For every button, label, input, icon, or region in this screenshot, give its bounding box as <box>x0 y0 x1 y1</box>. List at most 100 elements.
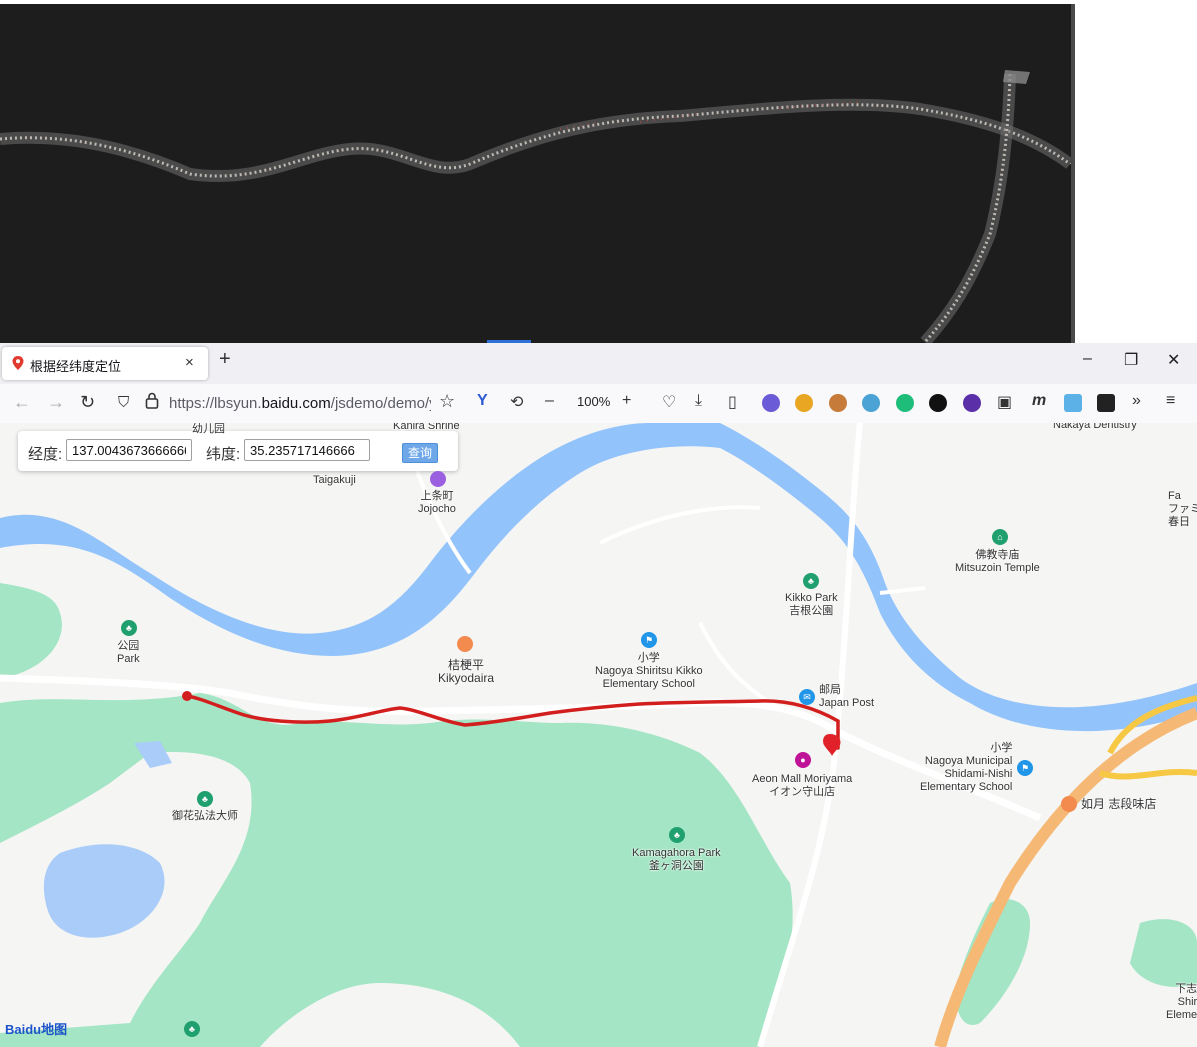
restore-button[interactable]: ❐ <box>1124 350 1138 370</box>
minimize-button[interactable]: – <box>1083 350 1092 368</box>
reader-view-icon[interactable]: ▯ <box>728 392 737 412</box>
poi-name-zh: 小学 <box>637 652 660 664</box>
poi-name-zh: 吉根公園 <box>789 605 834 617</box>
poi-cut-right: Fa ファミ 春日 <box>1168 490 1197 529</box>
forward-arrow-icon[interactable]: → <box>47 392 65 413</box>
extension-m-icon[interactable]: m <box>1032 392 1046 410</box>
poi-kisaragi: 如月 志段味店 <box>1081 797 1157 811</box>
park-tree-icon[interactable]: ♣ <box>197 791 213 807</box>
poi-kamagahora-park: Kamagahora Park 釜ヶ洞公園 <box>632 847 721 873</box>
poi-name-en-2: Shidami-Nishi <box>944 768 1013 780</box>
shield-icon[interactable]: ⛉ <box>118 394 129 411</box>
query-button[interactable]: 查询 <box>402 443 438 463</box>
extension-translate-icon[interactable] <box>963 394 981 412</box>
school-flag-icon[interactable]: ⚑ <box>641 632 657 648</box>
latitude-label: 纬度: <box>206 446 241 463</box>
back-arrow-icon[interactable]: ← <box>13 392 31 413</box>
longitude-input[interactable] <box>66 439 192 461</box>
new-tab-button[interactable]: + <box>219 348 231 371</box>
poi-name-zh: 邮局 <box>819 684 841 696</box>
poi-name-1: 下志 <box>1175 983 1197 995</box>
park-tree-icon[interactable]: ♣ <box>121 620 137 636</box>
poi-mitsuzoin: 佛教寺庙 Mitsuzoin Temple <box>955 549 1040 575</box>
latitude-input[interactable] <box>244 439 370 461</box>
poi-name-3: 春日 <box>1168 516 1190 528</box>
poi-name-zh: 小学 <box>990 742 1013 754</box>
longitude-label: 经度: <box>28 446 63 463</box>
poi-name-en-2: Elementary School <box>602 678 695 690</box>
close-window-button[interactable]: ✕ <box>1167 350 1180 370</box>
poi-kikko-park: Kikko Park 吉根公園 <box>785 592 838 618</box>
poi-name-en-3: Elementary School <box>920 781 1013 793</box>
reload-icon[interactable]: ↻ <box>80 392 95 413</box>
poi-name-en: Park <box>117 653 140 665</box>
restaurant-icon[interactable] <box>1061 796 1077 812</box>
url-bar[interactable]: ⛉ https://lbsyun.baidu.com/jsdemo/demo/y… <box>112 390 462 417</box>
poi-name-ja: 釜ヶ洞公園 <box>648 860 704 872</box>
url-path: /jsdemo/demo/yi <box>330 395 431 412</box>
trajectory-start-dot <box>182 691 192 701</box>
zoom-in-icon[interactable]: + <box>622 392 631 410</box>
extension-grammar-icon[interactable] <box>896 394 914 412</box>
baidu-map-logo[interactable]: Baidu地图 <box>5 1019 67 1038</box>
menu-icon[interactable]: ≡ <box>1166 392 1175 410</box>
poi-kanira-shrine: Kanira Shrine <box>393 423 460 432</box>
nav-toolbar: ← → ↻ ⛉ https://lbsyun.baidu.com/jsdemo/… <box>0 384 1197 424</box>
pocket-icon[interactable]: ♡ <box>662 392 676 412</box>
temple-icon[interactable]: ⌂ <box>992 529 1008 545</box>
tab-title: 根据经纬度定位 <box>30 359 122 374</box>
poi-name-zh: 上条町 <box>420 490 454 502</box>
extension-monkey-icon[interactable] <box>829 394 847 412</box>
school-flag-icon[interactable]: ⚑ <box>1017 760 1033 776</box>
park-tree-icon[interactable]: ♣ <box>669 827 685 843</box>
panel-divider <box>1071 4 1075 343</box>
poi-name-en: Kamagahora Park <box>632 847 721 859</box>
extension-face-icon[interactable] <box>862 394 880 412</box>
point-cloud-road <box>0 70 1074 343</box>
url-prefix: https://lbsyun. <box>169 395 262 412</box>
poi-name-en: Kikko Park <box>785 592 838 604</box>
poi-gokake: 御花弘法大师 <box>172 810 238 822</box>
poi-name-en-1: Nagoya Shiritsu Kikko <box>595 665 703 677</box>
park-tree-icon[interactable]: ♣ <box>184 1021 200 1037</box>
tab-active[interactable]: 根据经纬度定位 × <box>2 347 208 380</box>
poi-shidami-elementary: 小学 Nagoya Municipal Shidami-Nishi Elementar… <box>920 742 1012 794</box>
point-cloud-view <box>0 4 1075 343</box>
extension-tile-icon[interactable] <box>1064 394 1082 412</box>
poi-jojocho: 上条町 Jojocho <box>418 490 456 516</box>
poi-cut-bottom-right: 下志 Shir Eleme <box>1166 983 1197 1022</box>
account-icon[interactable] <box>762 394 780 412</box>
poi-name-en: Japan Post <box>819 697 875 709</box>
mall-icon[interactable]: ● <box>795 752 811 768</box>
logo-du: du <box>25 1022 42 1037</box>
poi-pin-icon[interactable] <box>430 471 446 487</box>
zoom-out-icon[interactable]: – <box>545 392 554 410</box>
lock-icon[interactable] <box>145 392 159 415</box>
extension-shield-icon[interactable] <box>795 394 813 412</box>
poi-kikyodaira: 桔梗平 Kikyodaira <box>438 659 494 685</box>
url-text[interactable]: https://lbsyun.baidu.com/jsdemo/demo/yi <box>169 395 431 412</box>
logo-map: 地图 <box>41 1022 68 1037</box>
overflow-icon[interactable]: » <box>1132 392 1141 410</box>
tab-close-button[interactable]: × <box>185 354 194 371</box>
poi-pin-icon[interactable] <box>457 636 473 652</box>
map-layer <box>0 423 1197 1047</box>
zoom-level[interactable]: 100% <box>577 394 610 409</box>
poi-name-en-1: Nagoya Municipal <box>924 755 1013 767</box>
extension-square-icon[interactable]: ▣ <box>997 392 1012 412</box>
post-office-icon[interactable]: ✉ <box>799 689 815 705</box>
park-tree-icon[interactable]: ♣ <box>803 573 819 589</box>
logo-bai: Bai <box>5 1022 26 1037</box>
download-icon[interactable]: ⤓ <box>695 392 702 410</box>
poi-name-zh: 公园 <box>117 640 140 652</box>
extension-tab-icon[interactable] <box>1097 394 1115 412</box>
extension-v-icon[interactable]: Y <box>477 392 488 410</box>
poi-japan-post: 邮局 Japan Post <box>819 684 874 710</box>
poi-name-en: Kikyodaira <box>438 671 495 685</box>
poi-name-2: ファミ <box>1168 503 1197 515</box>
map-canvas[interactable]: 经度: 纬度: 查询 幼儿园 Kanira Shrine Taigakuji 上… <box>0 423 1197 1047</box>
star-icon[interactable]: ☆ <box>439 391 455 412</box>
poi-name-en: Jojocho <box>418 503 456 515</box>
history-icon[interactable]: ⟲ <box>510 392 523 412</box>
extension-infinity-icon[interactable] <box>929 394 947 412</box>
